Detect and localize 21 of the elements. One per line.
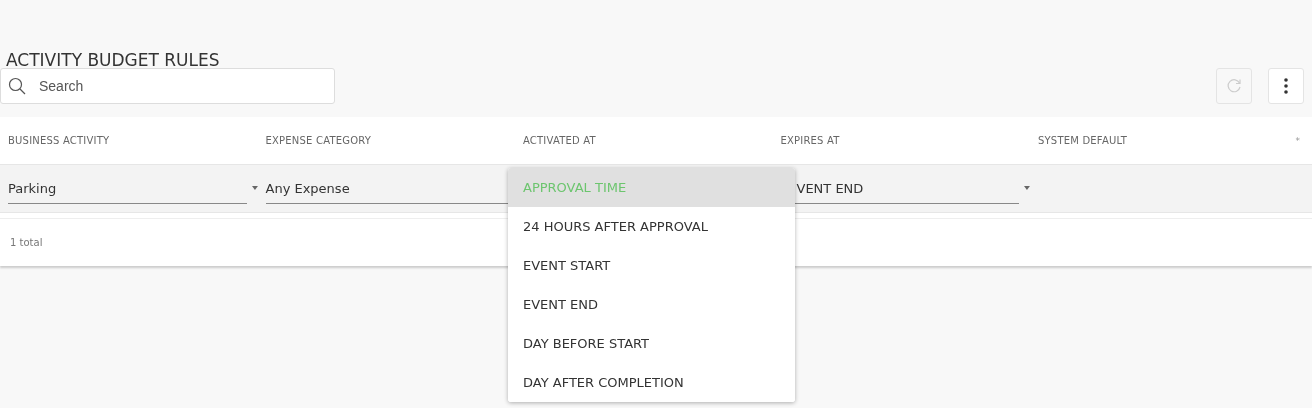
caret-icon xyxy=(251,186,258,191)
menu-option[interactable]: EVENT END xyxy=(508,285,795,324)
menu-option[interactable]: DAY AFTER COMPLETION xyxy=(508,363,795,402)
column-header: * xyxy=(1295,135,1300,146)
search-icon xyxy=(8,77,26,95)
menu-option[interactable]: 24 HOURS AFTER APPROVAL xyxy=(508,207,795,246)
page-title: ACTIVITY BUDGET RULES xyxy=(6,50,221,70)
search-field[interactable]: Search xyxy=(0,68,335,104)
menu-option[interactable]: DAY BEFORE START xyxy=(508,324,795,363)
menu-option[interactable]: EVENT START xyxy=(508,246,795,285)
refresh-icon xyxy=(1226,78,1242,94)
column-header[interactable]: SYSTEM DEFAULT xyxy=(1038,135,1128,146)
column-header[interactable]: ACTIVATED AT xyxy=(523,135,596,146)
column-header[interactable]: EXPENSE CATEGORY xyxy=(265,135,372,146)
column-header[interactable]: BUSINESS ACTIVITY xyxy=(8,135,110,146)
select-field[interactable]: Any Expense xyxy=(265,173,508,204)
column-header[interactable]: EXPIRES AT xyxy=(780,135,840,146)
select-field[interactable]: Parking xyxy=(8,173,247,204)
caret-icon xyxy=(1024,186,1030,191)
more-icon xyxy=(1284,78,1288,94)
more-button[interactable] xyxy=(1268,68,1304,104)
